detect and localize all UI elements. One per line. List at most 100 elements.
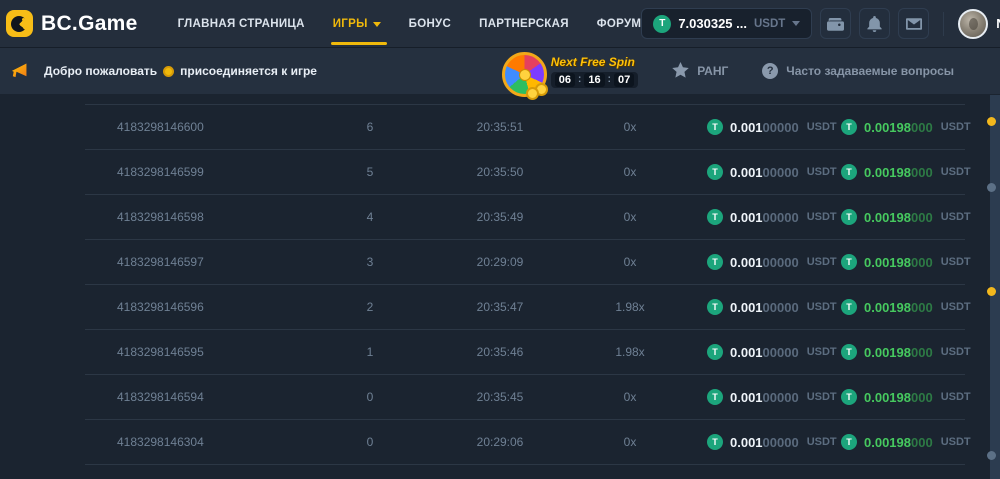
table-row[interactable]: 4183298146595 1 20:35:46 1.98x T 0.00100… <box>85 329 965 374</box>
table-row[interactable]: 4183298146304 0 20:29:06 0x T 0.00100000… <box>85 419 965 464</box>
bet-id: 4183298146598 <box>85 210 315 224</box>
payout-amount: T 0.00198000 USDT <box>825 344 965 360</box>
nav-item-label: ФОРУМ <box>597 18 642 30</box>
nav-item[interactable]: БОНУС <box>409 0 451 48</box>
panel-icon-fragment <box>987 183 996 192</box>
payout-amount: T 0.00198000 USDT <box>825 389 965 405</box>
table-row[interactable]: 4183298146598 4 20:35:49 0x T 0.00100000… <box>85 194 965 239</box>
bet-amount: T 0.00100000 USDT <box>685 434 825 450</box>
tether-icon: T <box>707 344 723 360</box>
free-spin-widget[interactable]: Next Free Spin 06:16:07 <box>502 52 638 91</box>
chevron-down-icon <box>792 21 800 26</box>
bet-round: 0 <box>315 435 425 449</box>
table-row[interactable]: 4183298146594 0 20:35:45 0x T 0.00100000… <box>85 374 965 419</box>
messages-button[interactable] <box>898 8 929 39</box>
table-row[interactable]: 4183298146597 3 20:29:09 0x T 0.00100000… <box>85 239 965 284</box>
announcement-prefix: Добро пожаловать <box>44 64 157 78</box>
bet-id: 4183298146599 <box>85 165 315 179</box>
notifications-button[interactable] <box>859 8 890 39</box>
header-divider <box>943 12 944 36</box>
wallet-button[interactable] <box>820 8 851 39</box>
tether-icon: T <box>841 164 857 180</box>
currency-label: USDT <box>941 346 971 358</box>
currency-label: USDT <box>941 301 971 313</box>
table-row[interactable]: 4183298146599 5 20:35:50 0x T 0.00100000… <box>85 149 965 194</box>
header-right: T 7.030325 ... USDT <box>641 7 1000 40</box>
panel-icon-fragment <box>987 117 996 126</box>
payout-amount: T 0.00198000 USDT <box>825 119 965 135</box>
top-header: BC.Game ГЛАВНАЯ СТРАНИЦА ИГРЫ БОНУС ПАРТ… <box>0 0 1000 48</box>
table-row[interactable]: 4183298146596 2 20:35:47 1.98x T 0.00100… <box>85 284 965 329</box>
bet-round: 1 <box>315 345 425 359</box>
currency-label: USDT <box>941 391 971 403</box>
nav-item[interactable]: ФОРУМ <box>597 0 642 48</box>
chat-panel-edge[interactable] <box>990 95 1000 479</box>
announcement-suffix: присоединяется к игре <box>180 64 317 78</box>
bet-amount: T 0.00100000 USDT <box>685 344 825 360</box>
user-menu[interactable]: Nashka <box>958 9 1000 39</box>
faq-link[interactable]: ? Часто задаваемые вопросы <box>762 63 954 79</box>
question-icon: ? <box>762 63 778 79</box>
nav-item-label: ГЛАВНАЯ СТРАНИЦА <box>178 18 305 30</box>
bet-amount: T 0.00100000 USDT <box>685 119 825 135</box>
panel-icon-fragment <box>987 451 996 460</box>
coin-icon <box>526 87 539 100</box>
username: Nashka <box>996 16 1000 31</box>
bet-id: 4183298146597 <box>85 255 315 269</box>
bet-id: 4183298146595 <box>85 345 315 359</box>
mail-icon <box>906 18 922 30</box>
logo-text: BC.Game <box>41 12 138 36</box>
logo[interactable]: BC.Game <box>6 10 138 37</box>
announcement-bar: Добро пожаловать присоединяется к игре N… <box>0 48 1000 94</box>
bet-multiplier: 0x <box>575 390 685 404</box>
tether-icon: T <box>841 119 857 135</box>
currency-label: USDT <box>941 121 971 133</box>
coin-icon <box>163 66 174 77</box>
bet-time: 20:35:47 <box>425 300 575 314</box>
bet-time: 20:29:06 <box>425 435 575 449</box>
bet-multiplier: 0x <box>575 165 685 179</box>
tether-icon: T <box>841 389 857 405</box>
payout-amount: T 0.00198000 USDT <box>825 209 965 225</box>
bet-round: 5 <box>315 165 425 179</box>
table-row[interactable]: 4183298146294 0 20:29:03 0x T 0.00100000… <box>85 464 965 479</box>
tether-icon: T <box>707 389 723 405</box>
bet-round: 0 <box>315 390 425 404</box>
currency-label: USDT <box>941 256 971 268</box>
panel-icon-fragment <box>987 287 996 296</box>
tether-icon: T <box>707 119 723 135</box>
bets-table: 4183298146600 6 20:35:51 0x T 0.00100000… <box>85 104 965 479</box>
nav-item-label: ИГРЫ <box>333 18 368 30</box>
nav-item[interactable]: ГЛАВНАЯ СТРАНИЦА <box>178 0 305 48</box>
table-row[interactable]: 4183298146600 6 20:35:51 0x T 0.00100000… <box>85 104 965 149</box>
bet-id: 4183298146596 <box>85 300 315 314</box>
tether-icon: T <box>707 164 723 180</box>
balance-selector[interactable]: T 7.030325 ... USDT <box>641 8 812 39</box>
bet-id: 4183298146600 <box>85 120 315 134</box>
bet-amount: T 0.00100000 USDT <box>685 209 825 225</box>
bet-multiplier: 1.98x <box>575 300 685 314</box>
bet-round: 6 <box>315 120 425 134</box>
star-icon <box>672 62 689 81</box>
bet-multiplier: 0x <box>575 210 685 224</box>
payout-amount: T 0.00198000 USDT <box>825 299 965 315</box>
bet-multiplier: 0x <box>575 435 685 449</box>
free-spin-title: Next Free Spin <box>551 55 638 69</box>
megaphone-icon <box>10 59 32 84</box>
avatar <box>958 9 988 39</box>
payout-amount: T 0.00198000 USDT <box>825 164 965 180</box>
tether-icon: T <box>707 299 723 315</box>
bet-time: 20:35:49 <box>425 210 575 224</box>
announcement-right: Next Free Spin 06:16:07 РАНГ ? Часто зад… <box>502 52 954 91</box>
bet-id: 4183298146304 <box>85 435 315 449</box>
nav-item[interactable]: ПАРТНЕРСКАЯ <box>479 0 569 48</box>
bcgame-logo-icon <box>6 10 33 37</box>
currency-label: USDT <box>941 436 971 448</box>
bet-time: 20:35:45 <box>425 390 575 404</box>
bet-multiplier: 1.98x <box>575 345 685 359</box>
nav-item[interactable]: ИГРЫ <box>333 0 381 48</box>
bet-multiplier: 0x <box>575 255 685 269</box>
bet-time: 20:29:09 <box>425 255 575 269</box>
rank-link[interactable]: РАНГ <box>672 62 728 81</box>
tether-icon: T <box>707 209 723 225</box>
